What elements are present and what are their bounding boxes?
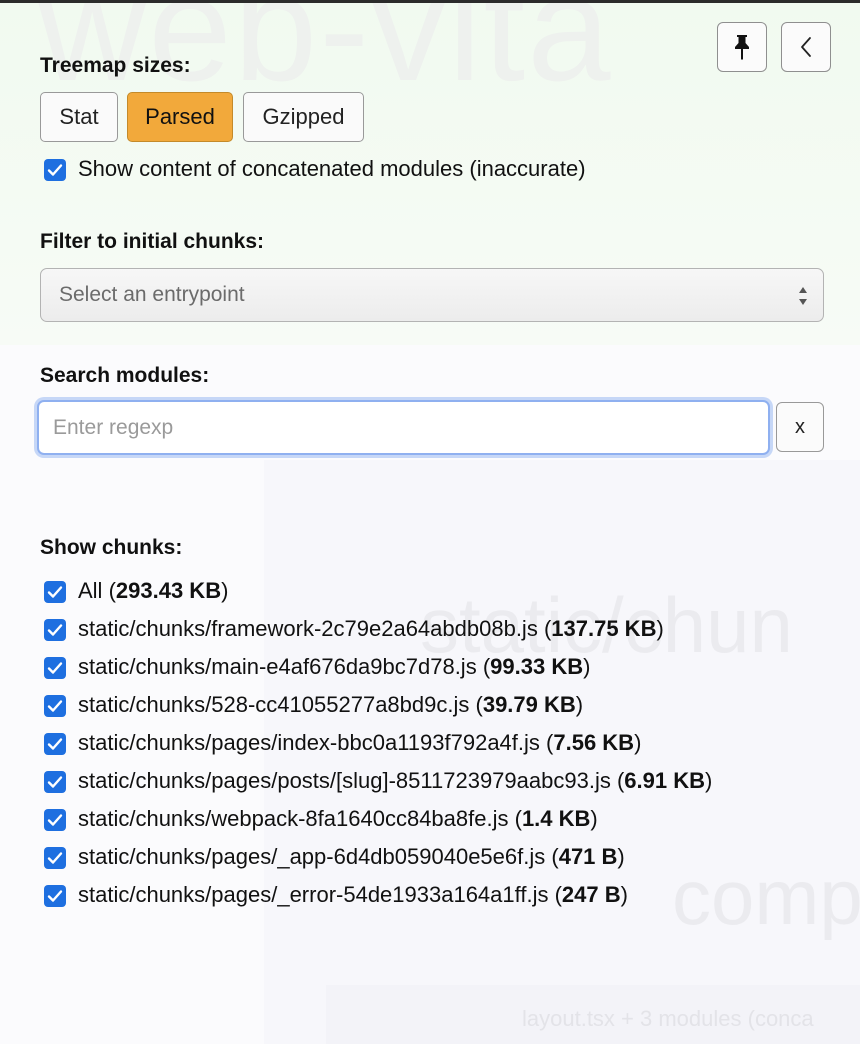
chunk-name: static/chunks/main-e4af676da9bc7d78.js (78, 654, 477, 679)
concatenated-modules-label[interactable]: Show content of concatenated modules (in… (78, 156, 586, 182)
chunk-size-open-paren: ( (102, 578, 116, 603)
chunk-size: 99.33 KB (490, 654, 584, 679)
chunk-size-close-paren: ) (583, 654, 591, 679)
chunk-size: 1.4 KB (521, 806, 591, 831)
chunk-row[interactable]: static/chunks/main-e4af676da9bc7d78.js (… (44, 653, 844, 683)
chunk-name: static/chunks/pages/_error-54de1933a164a… (78, 882, 549, 907)
pin-sidebar-button[interactable] (717, 22, 767, 72)
gzipped-size-button[interactable]: Gzipped (243, 92, 364, 142)
chunk-label[interactable]: static/chunks/framework-2c79e2a64abdb08b… (78, 616, 664, 642)
chunk-label[interactable]: static/chunks/pages/_app-6d4db059040e5e6… (78, 844, 625, 870)
chunk-label[interactable]: static/chunks/main-e4af676da9bc7d78.js (… (78, 654, 590, 680)
chunk-size: 6.91 KB (624, 768, 706, 793)
filter-chunks-title: Filter to initial chunks: (40, 230, 265, 253)
concatenated-modules-checkbox[interactable] (44, 159, 66, 181)
chunk-size-open-paren: ( (610, 768, 625, 793)
chunk-size-open-paren: ( (539, 730, 554, 755)
chunk-row[interactable]: static/chunks/webpack-8fa1640cc84ba8fe.j… (44, 805, 844, 835)
checkmark-icon (47, 700, 63, 712)
chunk-checkbox[interactable] (44, 657, 66, 679)
chunk-label[interactable]: All (293.43 KB) (78, 578, 228, 604)
chunk-size-close-paren: ) (617, 844, 625, 869)
chunk-row-all[interactable]: All (293.43 KB) (44, 577, 844, 607)
chunk-name: static/chunks/pages/index-bbc0a1193f792a… (78, 730, 540, 755)
checkmark-icon (47, 738, 63, 750)
chunk-size: 39.79 KB (482, 692, 576, 717)
chunk-checkbox[interactable] (44, 847, 66, 869)
chunk-size-open-paren: ( (469, 692, 483, 717)
chunk-checkbox[interactable] (44, 695, 66, 717)
chunk-size-close-paren: ) (575, 692, 584, 717)
chunk-name: static/chunks/pages/_app-6d4db059040e5e6… (78, 844, 546, 869)
show-chunks-title: Show chunks: (40, 536, 183, 559)
checkmark-icon (47, 586, 63, 598)
chunk-checkbox[interactable] (44, 619, 66, 641)
checkmark-icon (47, 164, 63, 176)
chunk-row[interactable]: static/chunks/pages/_app-6d4db059040e5e6… (44, 843, 844, 873)
chunk-size-open-paren: ( (476, 654, 491, 679)
chunk-row[interactable]: static/chunks/528-cc41055277a8bd9c.js (3… (44, 691, 844, 721)
updown-arrows-icon (799, 287, 807, 305)
chunk-size-close-paren: ) (590, 806, 598, 831)
chunk-size-open-paren: ( (545, 844, 559, 869)
chunk-size: 7.56 KB (553, 730, 635, 755)
chunk-checkbox[interactable] (44, 733, 66, 755)
chunk-name: All (78, 578, 103, 603)
chunk-name: static/chunks/528-cc41055277a8bd9c.js (78, 692, 470, 717)
chunk-checkbox[interactable] (44, 809, 66, 831)
chunk-name: static/chunks/webpack-8fa1640cc84ba8fe.j… (78, 806, 509, 831)
chunk-row[interactable]: static/chunks/pages/_error-54de1933a164a… (44, 881, 844, 911)
chunk-row[interactable]: static/chunks/pages/index-bbc0a1193f792a… (44, 729, 844, 759)
chunk-checkbox[interactable] (44, 581, 66, 603)
chunk-name: static/chunks/framework-2c79e2a64abdb08b… (78, 616, 538, 641)
parsed-size-button[interactable]: Parsed (127, 92, 233, 142)
chunk-checkbox[interactable] (44, 885, 66, 907)
checkmark-icon (47, 662, 63, 674)
chunk-size-close-paren: ) (705, 768, 713, 793)
chunk-size: 471 B (558, 844, 618, 869)
entrypoint-select[interactable]: Select an entrypoint (40, 268, 824, 322)
checkmark-icon (47, 624, 63, 636)
chunk-size-close-paren: ) (634, 730, 642, 755)
checkmark-icon (47, 890, 63, 902)
chunk-row[interactable]: static/chunks/pages/posts/[slug]-8511723… (44, 767, 844, 797)
chunk-row[interactable]: static/chunks/framework-2c79e2a64abdb08b… (44, 615, 844, 645)
treemap-sizes-title: Treemap sizes: (40, 54, 191, 77)
chunk-size-close-paren: ) (620, 882, 628, 907)
chunk-label[interactable]: static/chunks/528-cc41055277a8bd9c.js (3… (78, 692, 583, 718)
chunk-label[interactable]: static/chunks/pages/posts/[slug]-8511723… (78, 768, 712, 794)
chunk-size-open-paren: ( (537, 616, 552, 641)
chunk-name: static/chunks/pages/posts/[slug]-8511723… (78, 768, 611, 793)
chunk-checkbox[interactable] (44, 771, 66, 793)
chunk-label[interactable]: static/chunks/webpack-8fa1640cc84ba8fe.j… (78, 806, 598, 832)
chunk-size-open-paren: ( (508, 806, 522, 831)
chunk-size-open-paren: ( (548, 882, 562, 907)
checkmark-icon (47, 814, 63, 826)
chunk-size: 293.43 KB (115, 578, 222, 603)
chunk-label[interactable]: static/chunks/pages/_error-54de1933a164a… (78, 882, 628, 908)
chunk-size: 247 B (561, 882, 621, 907)
treemap-backdrop-cell (326, 985, 860, 1044)
chunk-size: 137.75 KB (551, 616, 657, 641)
top-border (0, 0, 860, 3)
chevron-left-icon (801, 37, 811, 57)
checkmark-icon (47, 852, 63, 864)
search-modules-input[interactable] (37, 400, 770, 455)
stat-size-button[interactable]: Stat (40, 92, 118, 142)
chunk-size-close-paren: ) (656, 616, 664, 641)
clear-search-button[interactable]: x (776, 402, 824, 452)
entrypoint-select-value: Select an entrypoint (59, 283, 245, 306)
checkmark-icon (47, 776, 63, 788)
pushpin-icon (735, 35, 749, 60)
chunk-size-close-paren: ) (221, 578, 229, 603)
search-modules-title: Search modules: (40, 364, 210, 387)
collapse-sidebar-button[interactable] (781, 22, 831, 72)
chunk-label[interactable]: static/chunks/pages/index-bbc0a1193f792a… (78, 730, 641, 756)
